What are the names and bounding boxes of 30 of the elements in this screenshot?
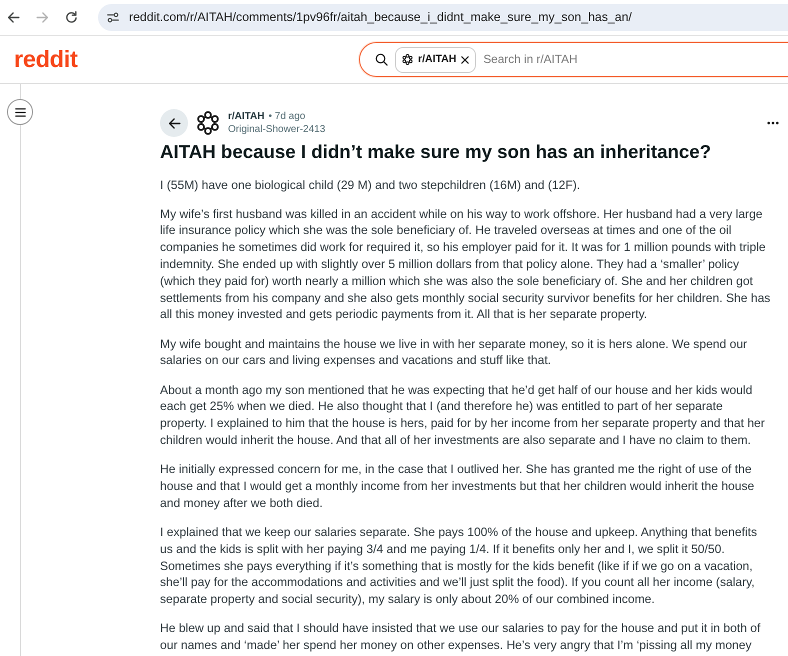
post-paragraph: My wife’s first husband was killed in an accident while on his way to work offshore. Her husband had a very large life insurance policy which she was the sole beneficiary of. He traveled overseas at times and one of the oil companies he sometimes did work for required it, so his employer paid for it. It was for 1 million pounds with triple indemnity. She ended up with slightly over 5 million dollars from that policy alone. They had a ‘smaller’ policy (which they paid for) worth nearly a million which she was also the sole beneficiary of. She and her children got settlements from his company and she also gets monthly social security survivor benefits for her children. She has all this money invested and gets periodic payments from it. All that is her separate property. <box>160 206 771 324</box>
post-time: • 7d ago <box>268 110 306 123</box>
search-icon <box>375 53 388 66</box>
subreddit-link[interactable]: r/AITAH <box>228 110 264 123</box>
subreddit-icon <box>402 54 413 65</box>
post-paragraph: My wife bought and maintains the house we live in with her separate money, so it is hers alone. We spend our salaries on our cars and living expenses and vacations and stuff like that. <box>160 336 748 370</box>
post-paragraph: I explained that we keep our salaries separate. She pays 100% of the house and upkeep. Anything that benefits us and the kids is split with her paying 3/4 and me paying 1/4. If it benefits only her and I, we split it 50/50. Sometimes she pays everything if it’s something that is mostly for the kids benefit (like if if we go on a vacation, she’ll pay for the accommodations and activities and we’ll just split the food). If you count all her income (salary, separate property and social security), my salary is only about 20% of our combined income. <box>160 524 758 608</box>
menu-button[interactable] <box>7 99 33 125</box>
back-arrow-icon <box>6 11 20 24</box>
address-bar[interactable]: reddit.com/r/AITAH/comments/1pv96fr/aitah_because_i_didnt_make_sure_my_son_has_an/ <box>98 4 788 31</box>
more-icon <box>767 121 779 125</box>
url-text: reddit.com/r/AITAH/comments/1pv96fr/aitah_because_i_didnt_make_sure_my_son_has_an/ <box>129 9 632 26</box>
post-paragraph: He initially expressed concern for me, in the case that I outlived her. She has granted me the right of use of the house and that I would get a monthly income from her investments but that her children would inherit the house and money after we both died. <box>160 461 756 512</box>
back-arrow-icon <box>168 116 180 130</box>
search-field[interactable]: r/AITAH Search in r/AITAH <box>359 42 788 77</box>
forward-arrow-icon <box>36 11 48 24</box>
post-title: AITAH because I didn’t make sure my son has an inheritance? <box>160 140 712 164</box>
chip-label: r/AITAH <box>418 52 456 67</box>
menu-icon <box>14 108 26 116</box>
tune-icon[interactable] <box>107 12 119 23</box>
post-paragraph: I (55M) have one biological child (29 M) and two stepchildren (16M) and (12F). <box>160 176 582 194</box>
back-button[interactable] <box>160 109 188 137</box>
subreddit-icon[interactable] <box>196 111 220 135</box>
reddit-logo[interactable]: reddit <box>14 48 78 72</box>
author-name[interactable]: Original-Shower-2413 <box>228 123 326 136</box>
post-paragraph: He blew up and said that I should have insisted that we use our salaries to pay for the house and put it in both of our names and ‘made’ her spend her money on other expenses. He’s very angry that I’m ‘pissing all my money <box>160 620 762 654</box>
reload-icon <box>64 11 78 24</box>
post-paragraph: About a month ago my son mentioned that he was expecting that he’d get half of our house and her kids would each get 25% when we died. He also thought that I (and therefore he) was entitled to part of her separate property. I explained to him that the house is hers, paid for by her income from her separate property and that her children would inherit the house. And that all of her investments are also separate and I have no claim to them. <box>160 382 766 449</box>
subreddit-chip[interactable]: r/AITAH <box>395 46 476 72</box>
close-icon[interactable] <box>461 56 470 64</box>
